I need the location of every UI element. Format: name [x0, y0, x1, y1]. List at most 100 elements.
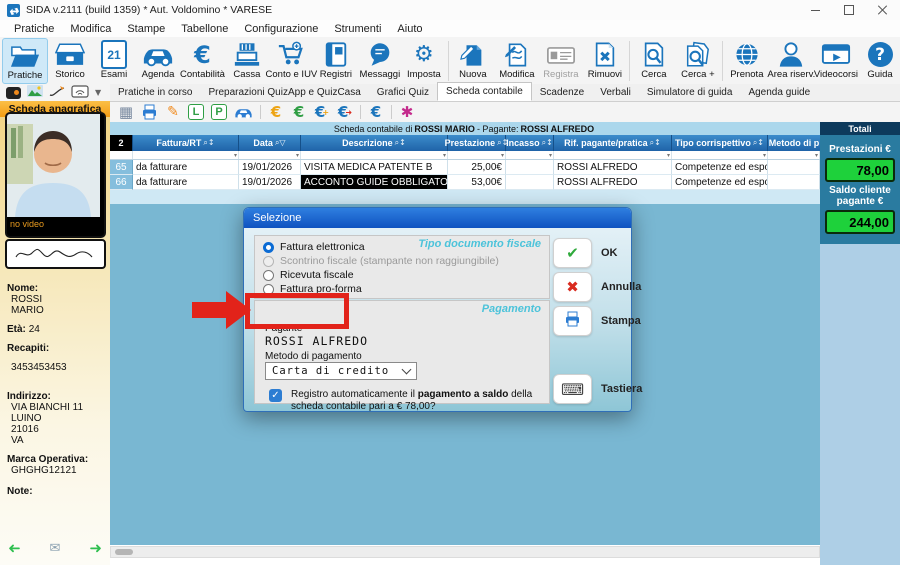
- toolbar-pratiche[interactable]: Pratiche: [2, 38, 48, 84]
- euro-icon: €: [194, 40, 211, 69]
- horizontal-scrollbar[interactable]: [110, 546, 820, 558]
- toolbar-agenda[interactable]: Agenda: [136, 38, 180, 84]
- tab-preparazioni-quiz[interactable]: Preparazioni QuizApp e QuizCasa: [200, 85, 368, 101]
- sub-toolbar: ▦ ✎ L P € € €+ €➜ € ✱: [110, 102, 900, 122]
- radio-selected-icon: [263, 242, 274, 253]
- row-number: 65: [110, 160, 133, 175]
- signature-pen-icon[interactable]: [49, 85, 65, 100]
- auto-payment-checkbox-row[interactable]: ✓ Registro automaticamente il pagamento …: [269, 389, 537, 413]
- ok-button[interactable]: ✔ OK: [553, 238, 618, 268]
- minimize-button[interactable]: [798, 0, 832, 20]
- row-count-cell: 2: [110, 135, 133, 151]
- tab-pratiche-in-corso[interactable]: Pratiche in corso: [110, 85, 200, 101]
- tab-agenda-guide[interactable]: Agenda guide: [740, 85, 818, 101]
- toolbar-storico[interactable]: Storico: [48, 38, 92, 84]
- toolbar-contabilita[interactable]: € Contabilità: [180, 38, 225, 84]
- toolbar-videocorsi[interactable]: Videocorsi: [814, 38, 858, 84]
- tab-scheda-contabile[interactable]: Scheda contabile: [437, 82, 532, 101]
- sheet-caption: Scheda contabile di ROSSI MARIO - Pagant…: [110, 122, 820, 135]
- toolbar-messaggi[interactable]: Messaggi: [358, 38, 402, 84]
- table-row[interactable]: 65 da fatturare 19/01/2026 VISITA MEDICA…: [110, 160, 820, 175]
- globe-icon: [733, 40, 761, 69]
- tab-scadenze[interactable]: Scadenze: [532, 85, 592, 101]
- menu-aiuto[interactable]: Aiuto: [389, 23, 430, 35]
- col-descrizione[interactable]: Descrizione⌕↕: [301, 135, 448, 151]
- next-arrow-icon[interactable]: ➜: [89, 539, 102, 557]
- annotation-arrow-icon: [192, 289, 252, 331]
- toolbar-separator: [448, 41, 449, 81]
- radio-scontrino-fiscale: Scontrino fiscale (stampante non raggiun…: [263, 254, 549, 268]
- indirizzo-line: LUINO: [7, 413, 103, 424]
- toolbar-cassa[interactable]: Cassa: [225, 38, 269, 84]
- photo-icon[interactable]: [27, 85, 43, 100]
- menu-configurazione[interactable]: Configurazione: [236, 23, 326, 35]
- eta-label: Età: 24: [7, 324, 103, 335]
- col-metodo[interactable]: Metodo di p: [768, 135, 820, 151]
- toolbar-conto-iuv[interactable]: Conto e IUV: [269, 38, 314, 84]
- prev-arrow-icon[interactable]: ➜: [8, 539, 21, 557]
- toolbar-area-riservata[interactable]: Area riserv.: [769, 38, 814, 84]
- help-icon: ?: [868, 40, 893, 69]
- col-data[interactable]: Data⌕▽: [239, 135, 301, 151]
- checkbox-checked-icon[interactable]: ✓: [269, 389, 282, 402]
- toolbar-cerca[interactable]: Cerca: [632, 38, 676, 84]
- euro-receipt-icon[interactable]: €: [291, 103, 307, 121]
- toolbar-registri[interactable]: Registri: [314, 38, 358, 84]
- radio-icon: [263, 270, 274, 281]
- send-mail-icon[interactable]: ✉: [50, 541, 61, 556]
- webcam-icon[interactable]: [6, 87, 21, 99]
- toolbar-registra: Registra: [539, 38, 583, 84]
- menu-tabellone[interactable]: Tabellone: [173, 23, 236, 35]
- calendar-icon: 21: [101, 40, 127, 69]
- tab-simulatore-guida[interactable]: Simulatore di guida: [639, 85, 741, 101]
- tab-verbali[interactable]: Verbali: [592, 85, 639, 101]
- col-prestazione[interactable]: Prestazione⌕↕: [448, 135, 506, 151]
- pencil-icon[interactable]: ✎: [165, 103, 181, 121]
- stampa-button[interactable]: Stampa: [553, 306, 641, 336]
- payment-method-select[interactable]: Carta di credito: [265, 362, 417, 380]
- scrollbar-thumb[interactable]: [115, 549, 133, 555]
- tastiera-button[interactable]: ⌨ Tastiera: [553, 374, 642, 404]
- annulla-button[interactable]: ✖ Annulla: [553, 272, 641, 302]
- close-button[interactable]: [866, 0, 900, 20]
- menu-strumenti[interactable]: Strumenti: [326, 23, 389, 35]
- euro-transfer-icon[interactable]: €➜: [337, 103, 353, 121]
- marca-value: GHGHG12121: [7, 465, 103, 476]
- toolbar-rimuovi[interactable]: Rimuovi: [583, 38, 627, 84]
- search-multi-icon: [683, 40, 713, 69]
- dialog-title[interactable]: Selezione: [244, 208, 631, 228]
- table-row[interactable]: 66 da fatturare 19/01/2026 ACCONTO GUIDE…: [110, 175, 820, 190]
- toolbar-prenota[interactable]: Prenota: [725, 38, 769, 84]
- toolbar-imposta[interactable]: ⚙ Imposta: [402, 38, 446, 84]
- menu-modifica[interactable]: Modifica: [62, 23, 119, 35]
- filter-row[interactable]: ▾▾▾ ▾▾▾▾▾: [110, 151, 820, 160]
- toolbar-modifica-doc[interactable]: Modifica: [495, 38, 539, 84]
- menu-pratiche[interactable]: Pratiche: [6, 23, 62, 35]
- row-number: 66: [110, 175, 133, 190]
- menu-stampe[interactable]: Stampe: [119, 23, 173, 35]
- print-icon[interactable]: [141, 103, 158, 121]
- toolbar-nuova[interactable]: Nuova: [451, 38, 495, 84]
- euro-add-icon[interactable]: €+: [314, 103, 330, 121]
- toolbar-cerca-plus[interactable]: Cerca +: [676, 38, 720, 84]
- col-fattura[interactable]: Fattura/RT⌕↕: [133, 135, 239, 151]
- letter-p-icon[interactable]: P: [211, 103, 227, 121]
- subtoolbar-separator: [260, 105, 261, 119]
- euro-invoice-icon[interactable]: €: [268, 103, 284, 121]
- signature-icon: [12, 245, 100, 263]
- toolbar-guida[interactable]: ? Guida: [858, 38, 900, 84]
- letter-l-icon[interactable]: L: [188, 103, 204, 121]
- col-rif-pagante[interactable]: Rif. pagante/pratica⌕↕: [554, 135, 672, 151]
- screen-share-icon[interactable]: [71, 85, 89, 101]
- grid-icon[interactable]: ▦: [118, 103, 134, 121]
- euro-plain-icon[interactable]: €: [368, 103, 384, 121]
- toolbar-esami[interactable]: 21 Esami: [92, 38, 136, 84]
- tab-grafici-quiz[interactable]: Grafici Quiz: [369, 85, 437, 101]
- col-tipo-corrispettivo[interactable]: Tipo corrispettivo⌕↕: [672, 135, 768, 151]
- radio-ricevuta-fiscale[interactable]: Ricevuta fiscale: [263, 268, 549, 282]
- maximize-button[interactable]: [832, 0, 866, 20]
- col-incasso[interactable]: Incasso⌕↕: [506, 135, 554, 151]
- chevron-down-icon[interactable]: ▼: [95, 88, 101, 97]
- car-small-icon[interactable]: [234, 103, 253, 121]
- asterisk-icon[interactable]: ✱: [399, 103, 415, 121]
